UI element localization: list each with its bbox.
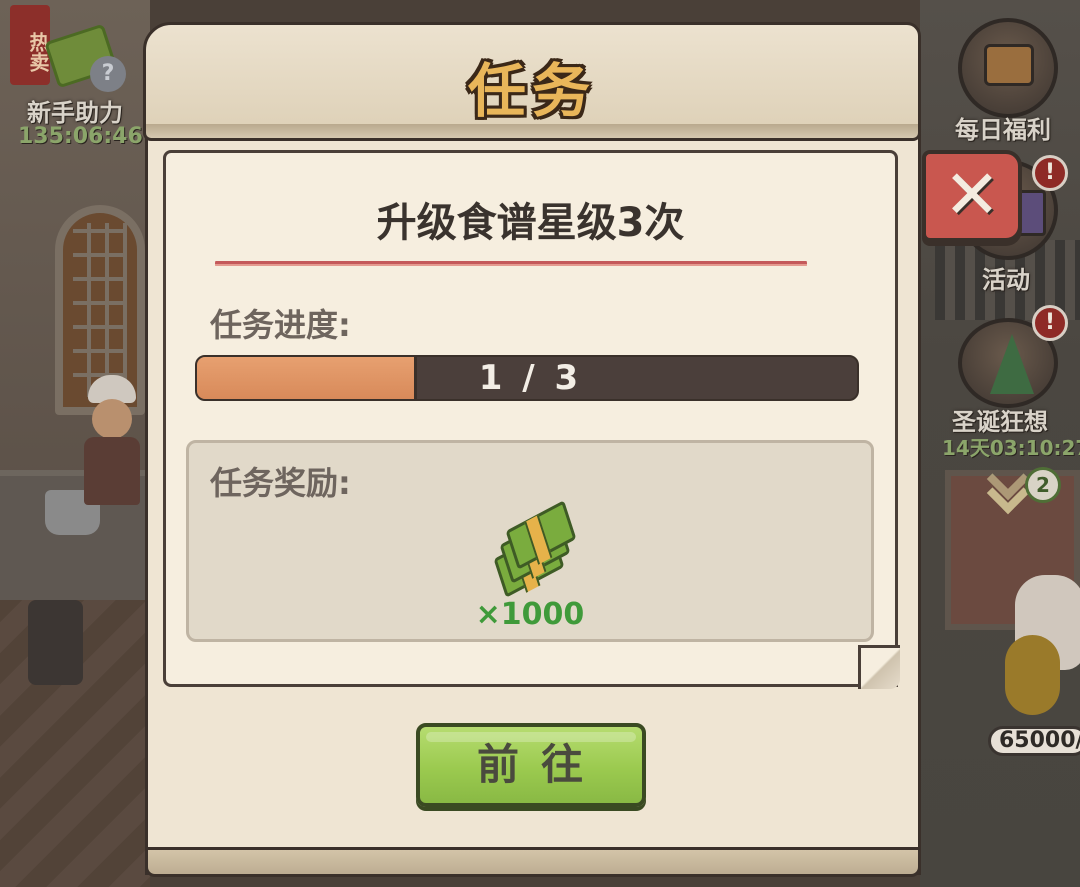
collapsed-count-badge: 2 (1025, 467, 1061, 503)
newbie-help-label[interactable]: 新手助力 (27, 93, 123, 128)
event-label[interactable]: 活动 (982, 260, 1030, 295)
reward-label: 任务奖励: (210, 464, 351, 502)
christmas-alert-badge: ! (1032, 305, 1068, 341)
chef-character (80, 375, 142, 505)
question-icon: ? (90, 56, 126, 92)
progress-text: 1 / 3 (478, 358, 583, 398)
go-button-label: 前往 (476, 740, 605, 789)
close-x-icon: ✕ (943, 156, 1001, 235)
close-button[interactable]: ✕ (922, 150, 1022, 242)
daily-welfare-icon[interactable] (958, 18, 1058, 118)
event-alert-badge: ! (1032, 155, 1068, 191)
christmas-event-timer: 14天03:10:27 (942, 436, 1080, 460)
progress-label: 任务进度: (210, 306, 351, 344)
go-button[interactable]: 前往 (416, 723, 646, 807)
stove (28, 600, 83, 685)
lucky-cat-icon[interactable] (1005, 575, 1080, 730)
task-name: 升级食谱星级3次 (376, 200, 685, 246)
title-divider (215, 259, 807, 269)
modal-title: 任务 (467, 57, 596, 125)
coin-counter: 65000/ (988, 726, 1080, 756)
page-fold-corner (858, 645, 900, 689)
hot-sale-tag[interactable]: 热卖 (10, 5, 50, 85)
daily-welfare-label[interactable]: 每日福利 (955, 110, 1051, 145)
newbie-help-icon[interactable]: ? (44, 20, 130, 92)
reward-quantity: ×1000 (475, 597, 585, 632)
newbie-help-timer: 135:06:46 (18, 124, 143, 149)
scroll-bottom-roll (145, 847, 921, 877)
cash-stack-icon (488, 500, 577, 598)
progress-bar: 1 / 3 (195, 355, 859, 401)
